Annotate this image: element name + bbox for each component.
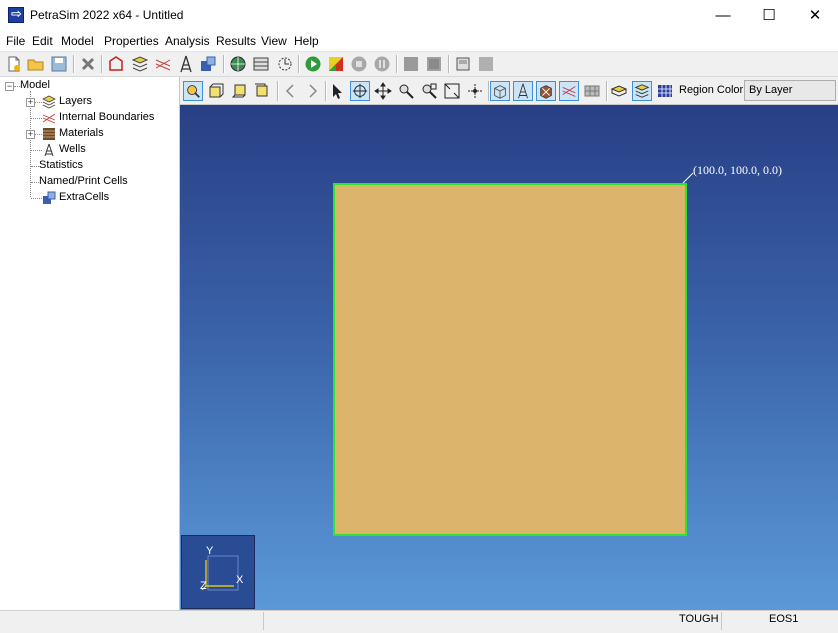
layers-icon — [42, 95, 56, 109]
layers-icon[interactable] — [131, 55, 149, 73]
open-folder-icon[interactable] — [27, 55, 45, 73]
model-tree: − Model + Layers Internal Boundaries + M… — [0, 77, 180, 610]
wireframe-box-icon[interactable] — [490, 81, 510, 101]
top-view-icon[interactable] — [229, 81, 249, 101]
window-icon[interactable] — [454, 55, 472, 73]
status-eos: EOS1 — [769, 613, 799, 625]
status-simulator: TOUGH — [679, 613, 719, 625]
center-icon[interactable] — [465, 81, 485, 101]
materials-icon — [43, 128, 55, 140]
zoom-extents-icon[interactable] — [442, 81, 462, 101]
menu-results[interactable]: Results — [216, 34, 256, 48]
layer-stack-icon[interactable] — [632, 81, 652, 101]
internal-boundaries-icon[interactable] — [154, 55, 172, 73]
tree-item-named-print-cells[interactable]: Named/Print Cells — [39, 175, 128, 187]
root-collapse-toggle[interactable]: − — [5, 82, 14, 91]
tree-item-model[interactable]: Model — [20, 79, 50, 91]
region-color-value: By Layer — [749, 84, 793, 96]
region-color-select[interactable]: By Layer — [744, 80, 836, 101]
model-viewport[interactable]: (100.0, 100.0, 0.0) Y X Z — [180, 105, 838, 610]
show-wells-icon[interactable] — [513, 81, 533, 101]
tree-item-wells[interactable]: Wells — [59, 143, 86, 155]
app-icon: ⇨ — [8, 6, 24, 23]
delete-icon[interactable] — [79, 55, 97, 73]
axis-triad: Y X Z — [181, 535, 255, 609]
zoom-icon[interactable] — [396, 81, 416, 101]
run-icon[interactable] — [304, 55, 322, 73]
pause-icon[interactable] — [373, 55, 391, 73]
region-color-label: Region Color: — [679, 84, 747, 96]
polygon-boundary-icon[interactable] — [107, 55, 125, 73]
tree-item-layers[interactable]: Layers — [59, 95, 92, 107]
pan-icon[interactable] — [373, 81, 393, 101]
tree-item-statistics[interactable]: Statistics — [39, 159, 83, 171]
menu-model[interactable]: Model — [61, 34, 94, 48]
layers-expand-toggle[interactable]: + — [26, 98, 35, 107]
save-icon[interactable] — [50, 55, 68, 73]
close-button[interactable]: ✕ — [792, 0, 838, 31]
select-region-icon[interactable] — [183, 81, 203, 101]
show-grid-icon[interactable] — [582, 81, 602, 101]
materials-expand-toggle[interactable]: + — [26, 130, 35, 139]
layer-solid-icon[interactable] — [609, 81, 629, 101]
menu-help[interactable]: Help — [294, 34, 319, 48]
stop-icon[interactable] — [350, 55, 368, 73]
menu-edit[interactable]: Edit — [32, 34, 53, 48]
main-toolbar — [0, 52, 838, 77]
mesh-icon[interactable] — [252, 55, 270, 73]
pointer-icon[interactable] — [327, 81, 347, 101]
back-arrow-icon[interactable] — [281, 81, 301, 101]
corner-coordinate-label: (100.0, 100.0, 0.0) — [693, 163, 782, 177]
show-materials-icon[interactable] — [536, 81, 556, 101]
forward-arrow-icon[interactable] — [302, 81, 322, 101]
axis-z-label: Z — [200, 580, 207, 592]
menu-analysis[interactable]: Analysis — [165, 34, 210, 48]
plot-2d-icon[interactable] — [425, 55, 443, 73]
extra-cells-icon[interactable] — [199, 55, 217, 73]
menu-view[interactable]: View — [261, 34, 287, 48]
extra-cells-icon — [43, 191, 56, 204]
tree-item-internal-boundaries[interactable]: Internal Boundaries — [59, 111, 154, 123]
well-icon — [44, 143, 54, 157]
colormap-icon[interactable] — [327, 55, 345, 73]
internal-boundaries-icon — [42, 113, 56, 124]
globe-icon[interactable] — [229, 55, 247, 73]
well-icon[interactable] — [177, 55, 195, 73]
tree-item-extracells[interactable]: ExtraCells — [59, 191, 109, 203]
title-bar: ⇨ PetraSim 2022 x64 - Untitled — ☐ ✕ — [0, 0, 838, 31]
axis-triad-graphic — [201, 555, 239, 591]
axis-x-label: X — [236, 574, 244, 586]
maximize-button[interactable]: ☐ — [746, 0, 792, 31]
front-view-icon[interactable] — [206, 81, 226, 101]
new-icon[interactable] — [5, 55, 23, 73]
cell-grid-icon[interactable] — [655, 81, 675, 101]
plot-3d-icon[interactable] — [402, 55, 420, 73]
minimize-button[interactable]: — — [700, 0, 746, 31]
rotate-icon[interactable] — [350, 81, 370, 101]
tree-item-materials[interactable]: Materials — [59, 127, 104, 139]
show-boundaries-icon[interactable] — [559, 81, 579, 101]
menu-properties[interactable]: Properties — [104, 34, 159, 48]
menu-file[interactable]: File — [6, 34, 25, 48]
clock-icon[interactable] — [276, 55, 294, 73]
model-domain[interactable] — [333, 183, 687, 536]
window-title: PetraSim 2022 x64 - Untitled — [30, 8, 184, 22]
output-icon[interactable] — [477, 55, 495, 73]
side-view-icon[interactable] — [252, 81, 272, 101]
menu-bar: File Edit Model Properties Analysis Resu… — [0, 31, 838, 52]
zoom-box-icon[interactable] — [419, 81, 439, 101]
axis-y-label: Y — [206, 545, 214, 557]
